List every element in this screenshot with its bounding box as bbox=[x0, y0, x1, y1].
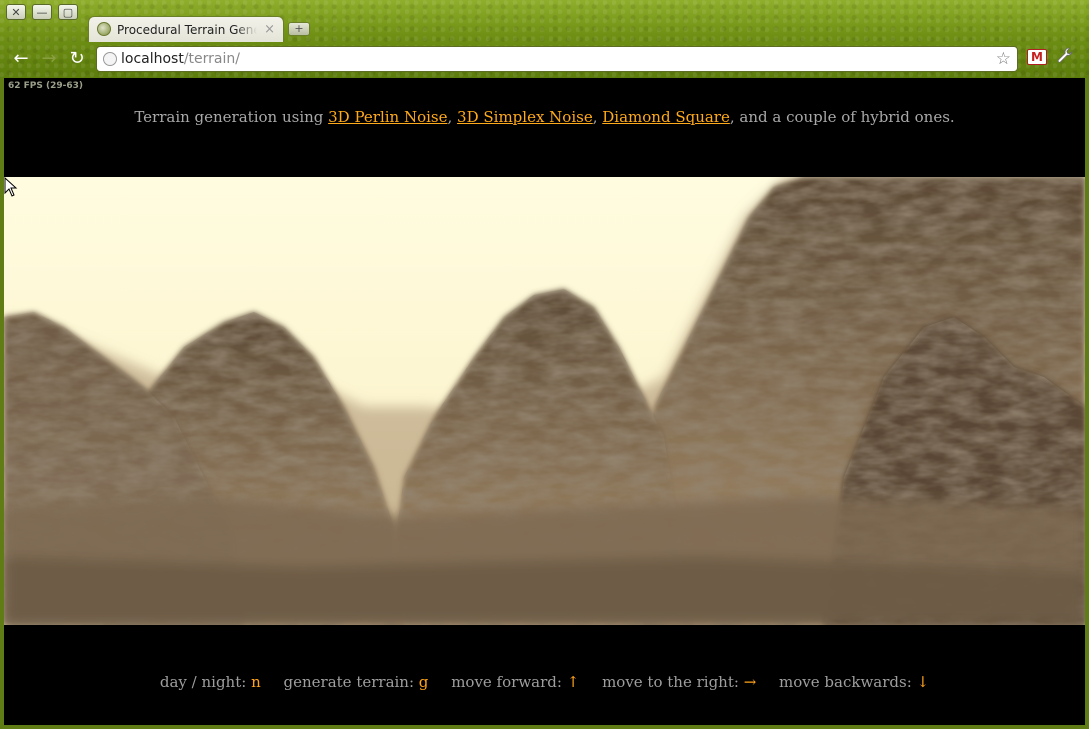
intro-prefix: Terrain generation using bbox=[134, 108, 329, 126]
control-move-backwards: move backwards: ↓ bbox=[779, 673, 929, 691]
control-key: n bbox=[251, 673, 261, 691]
gmail-extension-icon[interactable]: M bbox=[1027, 49, 1047, 65]
control-key: g bbox=[418, 673, 429, 691]
foreground-blur bbox=[4, 497, 1085, 625]
control-key: ↑ bbox=[566, 673, 580, 691]
reload-icon[interactable]: ↻ bbox=[65, 48, 89, 70]
window-maximize-button[interactable]: ▢ bbox=[58, 4, 78, 20]
intro-suffix: , and a couple of hybrid ones. bbox=[729, 108, 955, 126]
control-key: → bbox=[743, 673, 757, 691]
control-move-forward: move forward: ↑ bbox=[451, 673, 579, 691]
intro-separator: , bbox=[592, 108, 603, 126]
window-close-button[interactable]: ✕ bbox=[6, 4, 26, 20]
link-simplex-noise[interactable]: 3D Simplex Noise bbox=[457, 108, 593, 126]
bookmark-star-icon[interactable]: ☆ bbox=[996, 49, 1011, 69]
terrain-render bbox=[4, 177, 1085, 625]
page-content: 62 FPS (29-63) Terrain generation using … bbox=[4, 78, 1085, 725]
browser-chrome: ✕ — ▢ Procedural Terrain Generation × + … bbox=[0, 0, 1089, 78]
control-day-night: day / night: n bbox=[160, 673, 261, 691]
control-label: day / night: bbox=[159, 673, 252, 691]
control-generate-terrain: generate terrain: g bbox=[284, 673, 429, 691]
fps-counter: 62 FPS (29-63) bbox=[8, 81, 84, 91]
globe-favicon-icon bbox=[97, 22, 111, 36]
control-label: move forward: bbox=[451, 673, 567, 691]
browser-tab-active[interactable]: Procedural Terrain Generation × bbox=[88, 16, 284, 42]
tab-close-icon[interactable]: × bbox=[264, 21, 275, 39]
forward-arrow-icon[interactable]: → bbox=[37, 48, 61, 70]
control-move-right: move to the right: → bbox=[602, 673, 756, 691]
url-text[interactable]: localhost/terrain/ bbox=[121, 50, 240, 68]
address-bar[interactable]: localhost/terrain/ ☆ bbox=[96, 46, 1018, 72]
terrain-canvas[interactable] bbox=[4, 177, 1085, 625]
mouse-cursor-icon bbox=[4, 177, 18, 197]
controls-legend: day / night: n generate terrain: g move … bbox=[4, 671, 1085, 693]
control-label: move backwards: bbox=[779, 673, 917, 691]
page-info-icon[interactable] bbox=[103, 52, 117, 66]
control-key: ↓ bbox=[916, 673, 930, 691]
link-diamond-square[interactable]: Diamond Square bbox=[602, 108, 730, 126]
browser-toolbar: ← → ↻ localhost/terrain/ ☆ bbox=[0, 42, 1089, 76]
control-label: generate terrain: bbox=[283, 673, 419, 691]
back-arrow-icon[interactable]: ← bbox=[9, 48, 33, 70]
url-path: /terrain/ bbox=[183, 51, 240, 67]
intro-text: Terrain generation using 3D Perlin Noise… bbox=[4, 106, 1085, 128]
tab-title: Procedural Terrain Generation bbox=[117, 23, 257, 37]
control-label: move to the right: bbox=[602, 673, 744, 691]
url-host: localhost bbox=[121, 51, 184, 67]
intro-separator: , bbox=[447, 108, 458, 126]
wrench-menu-icon[interactable] bbox=[1056, 46, 1074, 70]
new-tab-button[interactable]: + bbox=[288, 22, 310, 36]
link-perlin-noise[interactable]: 3D Perlin Noise bbox=[328, 108, 447, 126]
window-minimize-button[interactable]: — bbox=[32, 4, 52, 20]
